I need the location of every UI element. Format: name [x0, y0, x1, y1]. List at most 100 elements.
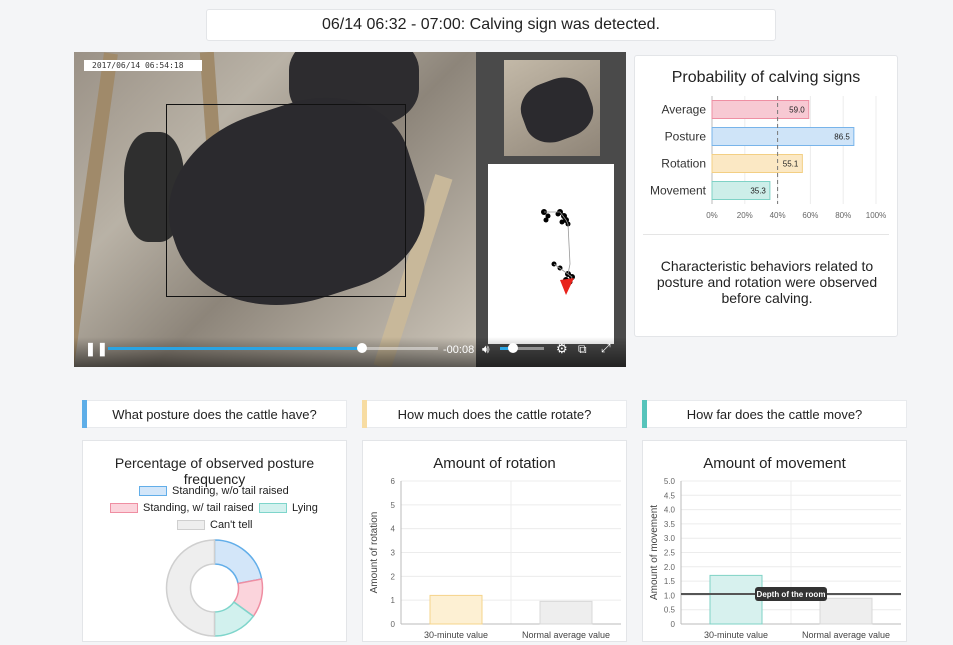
probability-title: Probability of calving signs	[671, 69, 861, 86]
x-tick-label: 100%	[866, 211, 886, 220]
x-tick-label: 0%	[706, 211, 718, 220]
category-label: Movement	[650, 184, 707, 198]
question-posture: What posture does the cattle have?	[82, 400, 347, 428]
posture-card: Percentage of observed posture frequency…	[82, 440, 347, 642]
y-tick-label: 3	[391, 549, 396, 558]
pause-icon[interactable]: ❚❚	[85, 341, 109, 357]
direction-arrow	[560, 278, 574, 295]
detection-bounding-box	[166, 104, 406, 297]
y-tick-label: 0	[391, 620, 396, 629]
legend-swatch	[110, 503, 138, 513]
bar	[539, 600, 593, 625]
x-tick-label: 30-minute value	[424, 630, 488, 640]
pie-slice	[213, 539, 263, 585]
rotation-chart: 0 1 2 3 4 5 6 Amount of rotation 30-minute value…	[369, 477, 621, 640]
bar	[711, 127, 855, 146]
x-tick-label: Normal average value	[522, 630, 610, 640]
y-tick-label: 3.5	[664, 520, 676, 529]
y-tick-label: 5.0	[664, 477, 676, 486]
rotation-title: Amount of rotation	[433, 455, 556, 472]
y-tick-label: 4.5	[664, 491, 676, 500]
fence-post	[74, 52, 118, 367]
rotation-card: Amount of rotation 0 1 2 3 4 5 6 Amount of rota…	[362, 440, 627, 642]
y-tick-label: 2.5	[664, 549, 676, 558]
x-tick-label: 80%	[835, 211, 851, 220]
category-label: Rotation	[661, 157, 706, 171]
accent-bar	[362, 400, 367, 428]
camera-view: 2017/06/14 06:54:18	[74, 52, 476, 367]
x-tick-label: Normal average value	[802, 630, 890, 640]
video-timestamp: 2017/06/14 06:54:18	[84, 60, 202, 71]
video-player[interactable]: 2017/06/14 06:54:18 ❚❚ -00:08 🔊︎ ⚙ ⧉ ⤢	[74, 52, 626, 367]
legend-label: Lying	[292, 502, 318, 514]
divider	[643, 234, 889, 235]
bar	[429, 594, 483, 625]
x-tick-label: 40%	[770, 211, 786, 220]
category-label: Average	[662, 103, 707, 117]
y-tick-label: 0	[671, 620, 676, 629]
y-tick-label: 4	[391, 525, 396, 534]
video-controls	[74, 337, 626, 367]
question-rotation: How much does the cattle rotate?	[362, 400, 627, 428]
bar	[709, 574, 763, 625]
x-tick-label: 20%	[737, 211, 753, 220]
value-label: 59.0	[789, 106, 805, 115]
y-tick-label: 5	[391, 501, 396, 510]
question-rotation-label: How much does the cattle rotate?	[397, 406, 592, 422]
posture-title: Percentage of observed posture frequency	[114, 455, 315, 487]
value-label: 35.3	[750, 187, 766, 196]
y-tick-label: 0.5	[664, 606, 676, 615]
value-label: 86.5	[834, 133, 850, 142]
y-axis-label: Amount of rotation	[369, 512, 380, 594]
legend-swatch	[259, 503, 287, 513]
probability-card: Probability of calving signs 0% 20% 40% 60%…	[634, 55, 898, 337]
accent-bar	[82, 400, 87, 428]
legend-label: Standing, w/o tail raised	[172, 485, 289, 497]
y-axis-label: Amount of movement	[649, 505, 660, 600]
volume-icon[interactable]: 🔊︎	[482, 342, 490, 357]
legend-item[interactable]: Lying	[259, 502, 318, 514]
posture-doughnut	[165, 539, 264, 637]
pie-slice	[165, 539, 216, 637]
fullscreen-icon[interactable]: ⤢	[601, 341, 611, 356]
question-movement-label: How far does the cattle move?	[686, 406, 863, 422]
x-tick-label: 60%	[802, 211, 818, 220]
settings-icon[interactable]: ⚙	[556, 341, 568, 357]
bar	[819, 597, 873, 625]
legend-item[interactable]: Can't tell	[177, 519, 252, 531]
time-remaining: -00:08	[443, 344, 475, 356]
legend-swatch	[177, 520, 205, 530]
probability-description: Characteristic behaviors related to post…	[656, 258, 878, 306]
detection-banner-text: 06/14 06:32 - 07:00: Calving sign was de…	[322, 16, 660, 33]
cow-thumbnail	[504, 60, 600, 156]
y-tick-label: 1.0	[664, 591, 676, 600]
movement-trajectory	[488, 164, 614, 344]
question-posture-label: What posture does the cattle have?	[112, 406, 317, 422]
y-tick-label: 6	[391, 477, 396, 486]
legend-label: Standing, w/ tail raised	[143, 502, 254, 514]
movement-title: Amount of movement	[703, 455, 846, 472]
popout-icon[interactable]: ⧉	[578, 342, 587, 357]
x-tick-label: 30-minute value	[704, 630, 768, 640]
movement-chart: 0 0.5 1.0 1.5 2.0 2.5 3.0 3.5 4.0 4.5 5.0 Amount of…	[649, 477, 901, 640]
y-tick-label: 4.0	[664, 506, 676, 515]
probability-chart: 0% 20% 40% 60% 80% 100% Average 59.0 Posture 86.5…	[650, 96, 886, 220]
y-tick-label: 1.5	[664, 577, 676, 586]
side-panel	[476, 52, 626, 367]
value-label: 55.1	[783, 160, 799, 169]
y-tick-label: 2.0	[664, 563, 676, 572]
y-tick-label: 3.0	[664, 534, 676, 543]
question-movement: How far does the cattle move?	[642, 400, 907, 428]
y-tick-label: 2	[391, 572, 396, 581]
legend-label: Can't tell	[210, 519, 253, 531]
progress-fill	[108, 347, 363, 350]
legend-swatch	[139, 486, 167, 496]
detection-banner: 06/14 06:32 - 07:00: Calving sign was de…	[206, 9, 776, 41]
y-tick-label: 1	[391, 596, 396, 605]
legend-item[interactable]: Standing, w/ tail raised	[110, 502, 254, 514]
legend-item[interactable]: Standing, w/o tail raised	[139, 485, 289, 497]
accent-bar	[642, 400, 647, 428]
reference-label: Depth of the room	[757, 590, 826, 599]
category-label: Posture	[665, 130, 707, 144]
movement-card: Amount of movement 0 0.5 1.0 1.5 2.0 2.5 3.0 3.…	[642, 440, 907, 642]
